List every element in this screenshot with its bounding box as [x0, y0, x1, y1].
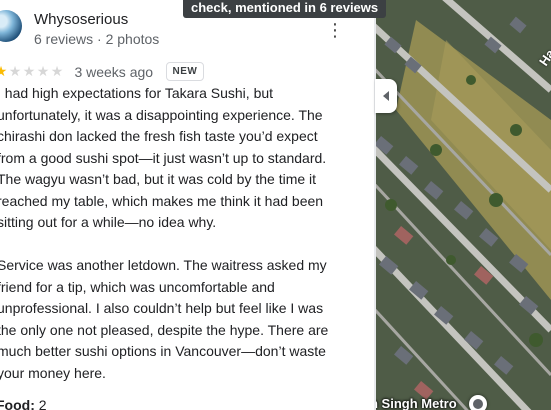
- reviewer-meta: 6 reviews · 2 photos: [34, 31, 160, 47]
- place-pin-icon[interactable]: [469, 395, 487, 410]
- more-options-button[interactable]: ⋮: [325, 20, 345, 40]
- review-paragraph: Service was another letdown. The waitres…: [0, 257, 329, 381]
- food-rating: Food: 2: [0, 397, 47, 410]
- review-paragraph: I had high expectations for Takara Sushi…: [0, 85, 327, 230]
- tooltip: check, mentioned in 6 reviews: [183, 0, 387, 18]
- star-empty-icon: ★: [36, 62, 50, 79]
- reviewer-name[interactable]: Whysoserious: [34, 11, 128, 28]
- satellite-imagery: [376, 0, 551, 410]
- star-empty-icon: ★: [22, 62, 36, 79]
- rating-row: ★★★★★ 3 weeks ago NEW: [0, 62, 205, 81]
- star-empty-icon: ★: [8, 62, 22, 79]
- star-rating: ★★★★★: [0, 63, 64, 81]
- review-date: 3 weeks ago: [74, 63, 154, 80]
- new-badge: NEW: [165, 62, 205, 81]
- star-empty-icon: ★: [50, 62, 64, 79]
- more-vert-icon: ⋮: [326, 20, 344, 40]
- food-value: 2: [38, 397, 47, 410]
- food-label: Food:: [0, 397, 35, 410]
- collapse-panel-button[interactable]: [375, 79, 397, 113]
- satellite-map[interactable]: Ha n Singh Metro: [376, 0, 551, 410]
- star-filled-icon: ★: [0, 62, 8, 79]
- review-panel: Whysoserious 6 reviews · 2 photos ⋮ ★★★★…: [0, 0, 374, 410]
- review-text: I had high expectations for Takara Sushi…: [0, 83, 341, 384]
- chevron-left-icon: [383, 91, 389, 101]
- map-place-label[interactable]: n Singh Metro: [376, 396, 457, 410]
- reviewer-avatar[interactable]: [0, 10, 22, 42]
